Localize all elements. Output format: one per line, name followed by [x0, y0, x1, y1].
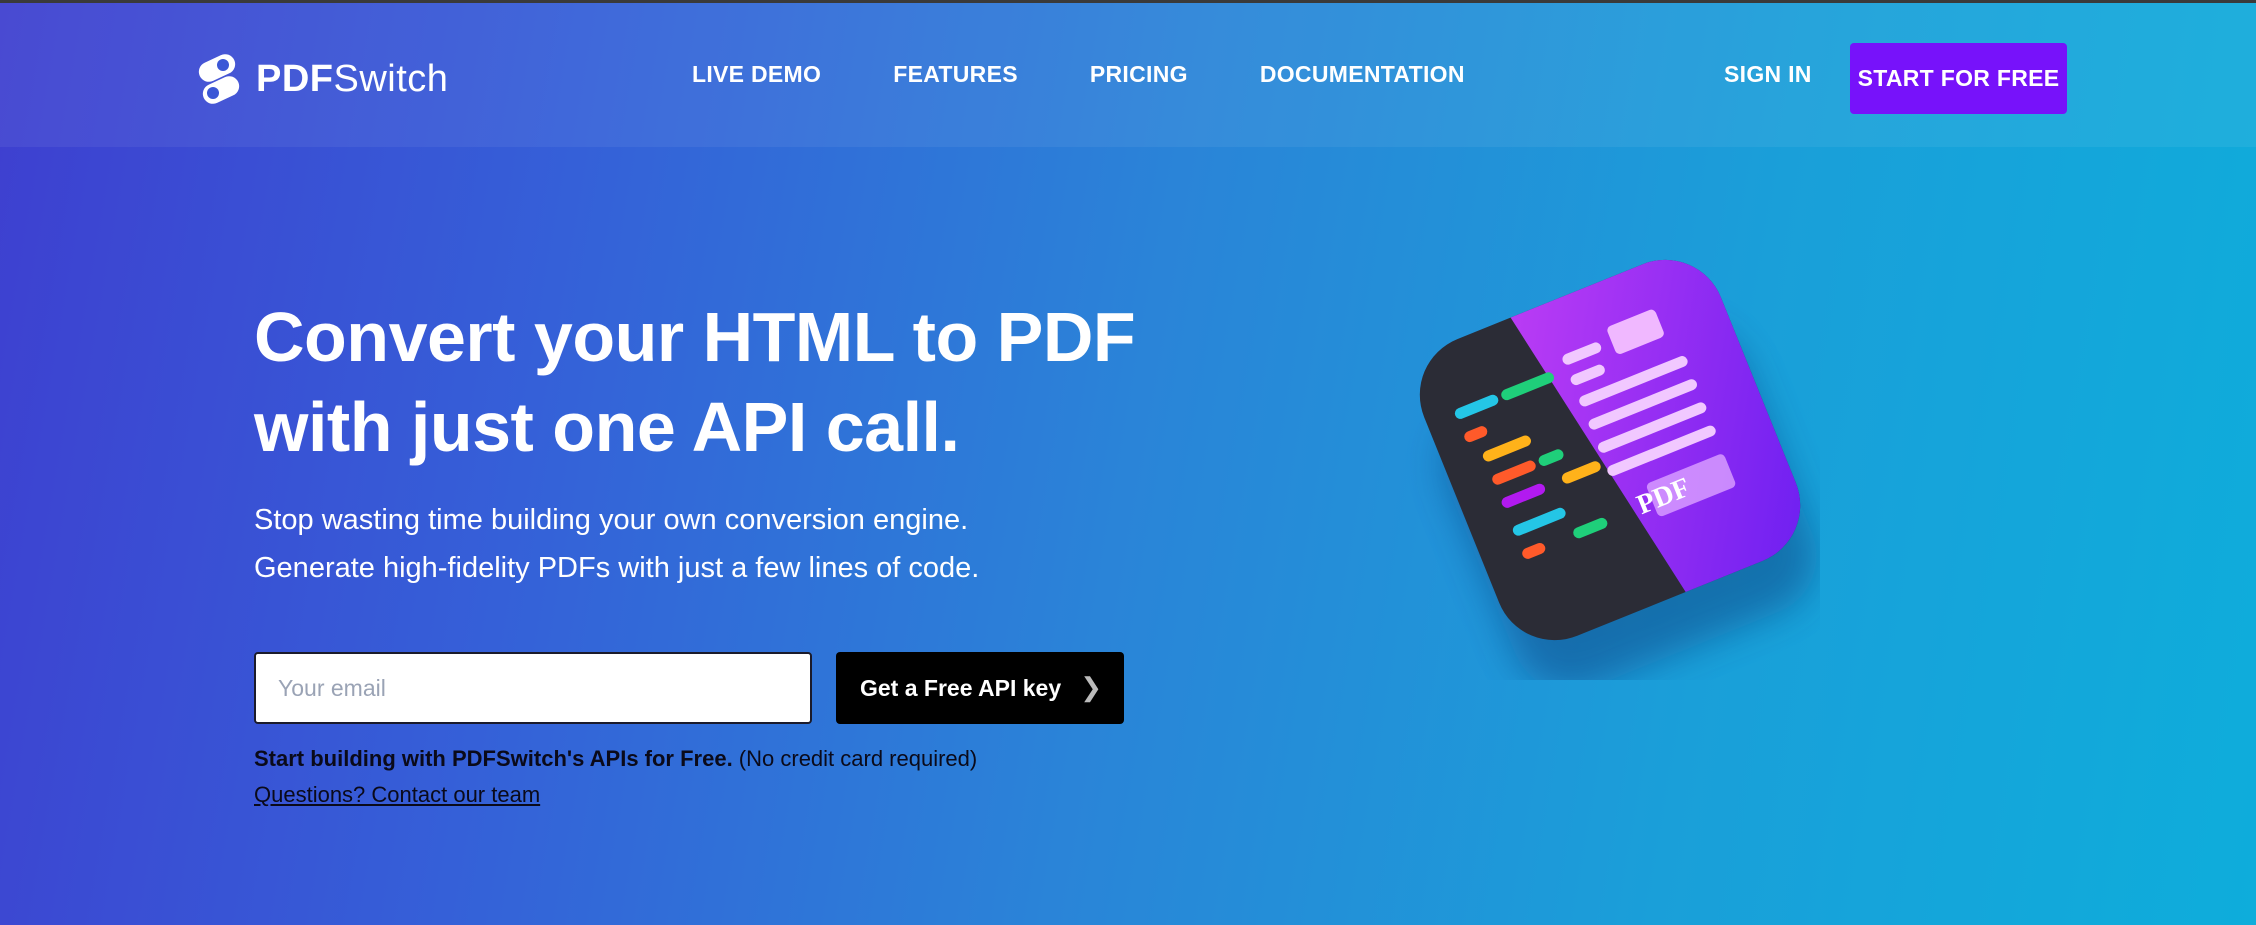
start-for-free-button[interactable]: START FOR FREE [1850, 43, 2067, 114]
switch-toggle-icon [198, 54, 240, 104]
main-nav: LIVE DEMO FEATURES PRICING DOCUMENTATION [692, 61, 1537, 88]
hero-subtitle-line-2: Generate high-fidelity PDFs with just a … [254, 552, 980, 584]
brand-name-light: Switch [333, 57, 449, 100]
get-api-key-button[interactable]: Get a Free API key ❯ [836, 652, 1124, 724]
hero-subtitle: Stop wasting time building your own conv… [254, 496, 979, 592]
free-note-bold: Start building with PDFSwitch's APIs for… [254, 746, 733, 771]
chevron-right-icon: ❯ [1080, 672, 1102, 702]
hero-title-line-2: with just one API call. [254, 388, 960, 466]
nav-live-demo[interactable]: LIVE DEMO [692, 61, 821, 88]
brand-name: PDFSwitch [256, 58, 448, 101]
brand-name-bold: PDF [256, 57, 334, 100]
sign-in-link[interactable]: SIGN IN [1724, 61, 1812, 88]
nav-documentation[interactable]: DOCUMENTATION [1260, 61, 1465, 88]
brand-logo[interactable]: PDFSwitch [196, 51, 448, 107]
contact-team-link[interactable]: Questions? Contact our team [254, 782, 540, 808]
hero-title-line-1: Convert your HTML to PDF [254, 298, 1136, 376]
hero-title: Convert your HTML to PDF with just one A… [254, 292, 1154, 472]
html-to-pdf-app-icon: PDF [1401, 250, 1819, 680]
site-header: PDFSwitch LIVE DEMO FEATURES PRICING DOC… [0, 3, 2256, 147]
nav-features[interactable]: FEATURES [893, 61, 1018, 88]
nav-pricing[interactable]: PRICING [1090, 61, 1188, 88]
email-input[interactable] [254, 652, 812, 724]
free-note: Start building with PDFSwitch's APIs for… [254, 746, 977, 772]
free-note-rest: (No credit card required) [732, 746, 978, 771]
get-api-key-label: Get a Free API key [860, 674, 1062, 701]
hero-subtitle-line-1: Stop wasting time building your own conv… [254, 504, 969, 536]
